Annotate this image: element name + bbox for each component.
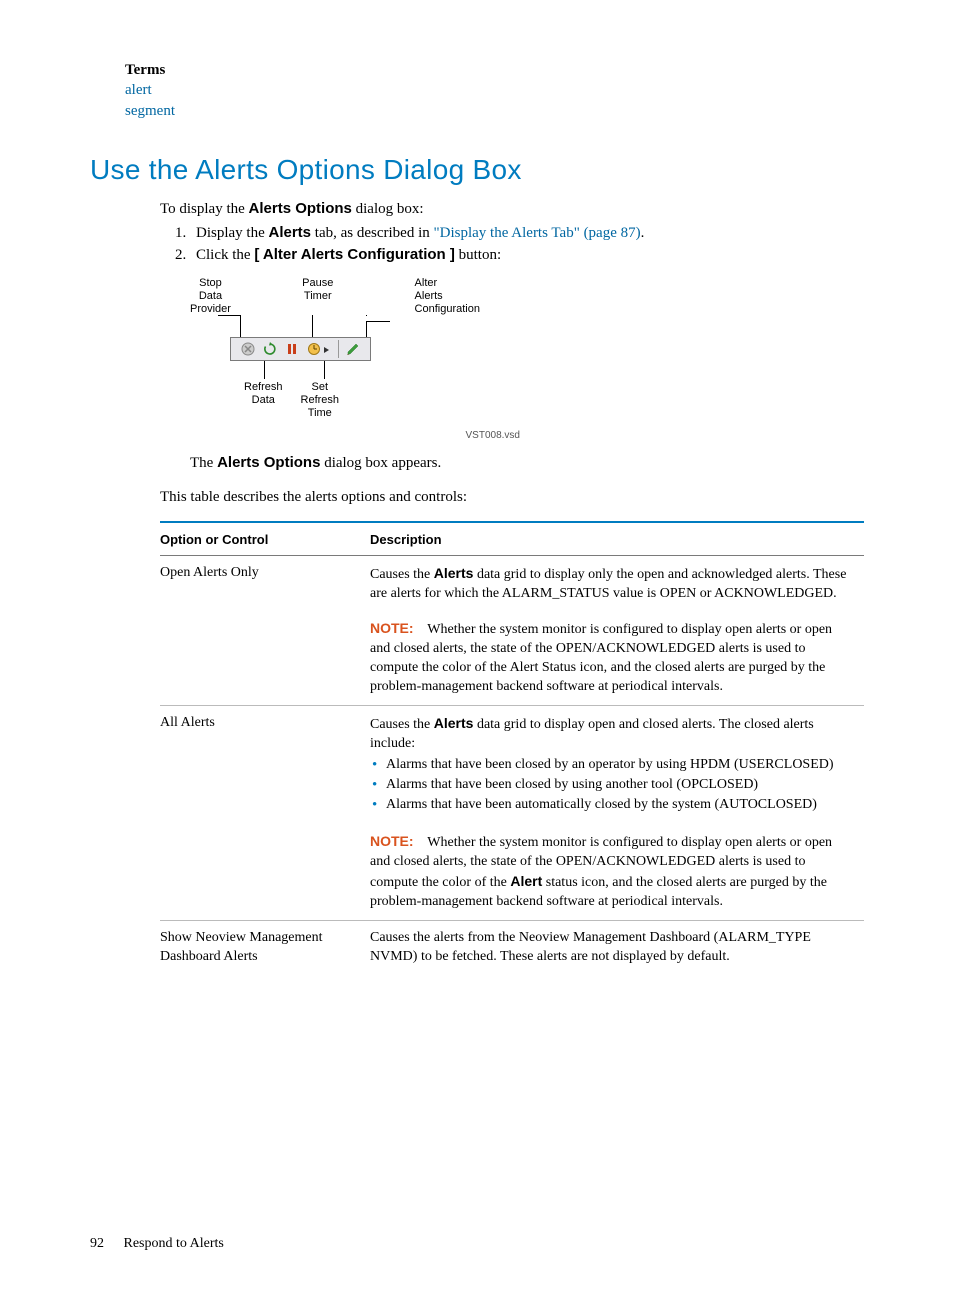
th-option: Option or Control — [160, 522, 370, 555]
fig-label-refresh: Refresh Data — [244, 381, 283, 419]
lead-in-text: To display the Alerts Options dialog box… — [160, 199, 864, 219]
page-number: 92 — [90, 1235, 120, 1254]
step2-bold: [ Alter Alerts Configuration ] — [254, 246, 455, 263]
step1-mid: tab, as described in — [311, 225, 433, 241]
opt-all-alerts: All Alerts — [160, 706, 370, 825]
r1-pre: Causes the — [370, 717, 434, 732]
footer-title: Respond to Alerts — [124, 1236, 224, 1251]
step2-prefix: Click the — [196, 247, 254, 263]
step1-prefix: Display the — [196, 225, 269, 241]
desc-all-alerts: Causes the Alerts data grid to display o… — [370, 706, 864, 825]
options-table: Option or Control Description Open Alert… — [160, 521, 864, 975]
step1-suffix: . — [641, 225, 645, 241]
bullet-item: Alarms that have been closed by an opera… — [370, 756, 854, 775]
table-row: NOTE: Whether the system monitor is conf… — [160, 824, 864, 920]
term-link-alert[interactable]: alert — [125, 80, 864, 100]
r1-bold: Alerts — [434, 715, 474, 731]
page-footer: 92 Respond to Alerts — [90, 1235, 864, 1254]
step2-suffix: button: — [455, 247, 501, 263]
bullet-item: Alarms that have been automatically clos… — [370, 796, 854, 815]
toolbar-divider — [338, 340, 339, 358]
term-link-segment[interactable]: segment — [125, 101, 864, 121]
fig-label-stop: Stop Data Provider — [190, 277, 231, 315]
toolbar-figure: Stop Data Provider Pause Timer Alter Ale… — [200, 277, 864, 442]
fig-label-pause: Pause Timer — [302, 277, 333, 315]
note-open-alerts: NOTE: Whether the system monitor is conf… — [370, 611, 864, 705]
table-row: Open Alerts Only Causes the Alerts data … — [160, 555, 864, 611]
all-alerts-bullets: Alarms that have been closed by an opera… — [370, 756, 854, 815]
fig-label-set: Set Refresh Time — [301, 381, 340, 419]
r0-pre: Causes the — [370, 567, 434, 582]
section-heading: Use the Alerts Options Dialog Box — [90, 151, 864, 189]
refresh-icon — [261, 340, 279, 358]
r1-note-bold: Alert — [510, 873, 542, 889]
after-figure-text: The Alerts Options dialog box appears. — [190, 453, 864, 473]
table-row: NOTE: Whether the system monitor is conf… — [160, 611, 864, 705]
fig-label-alter: Alter Alerts Configuration — [415, 277, 480, 315]
after-suffix: dialog box appears. — [320, 455, 441, 471]
lead-suffix: dialog box: — [352, 201, 424, 217]
toolbar — [230, 337, 371, 361]
pencil-icon — [344, 340, 362, 358]
stop-icon — [239, 340, 257, 358]
figure-caption: VST008.vsd — [200, 429, 520, 443]
table-row: All Alerts Causes the Alerts data grid t… — [160, 706, 864, 825]
note-all-alerts: NOTE: Whether the system monitor is conf… — [370, 824, 864, 920]
bullet-item: Alarms that have been closed by using an… — [370, 776, 854, 795]
step-2: Click the [ Alter Alerts Configuration ]… — [190, 245, 864, 265]
after-prefix: The — [190, 455, 217, 471]
r0-note: Whether the system monitor is configured… — [370, 622, 832, 694]
desc-open-alerts: Causes the Alerts data grid to display o… — [370, 555, 864, 611]
lead-prefix: To display the — [160, 201, 249, 217]
step1-bold: Alerts — [269, 224, 312, 241]
pause-icon — [283, 340, 301, 358]
table-row: Show Neoview Management Dashboard Alerts… — [160, 921, 864, 975]
lead-bold: Alerts Options — [249, 200, 352, 217]
note-label: NOTE: — [370, 833, 414, 849]
table-intro: This table describes the alerts options … — [160, 487, 864, 507]
r0-bold: Alerts — [434, 565, 474, 581]
terms-block: Terms alert segment — [125, 60, 864, 121]
after-bold: Alerts Options — [217, 454, 320, 471]
note-label: NOTE: — [370, 620, 414, 636]
steps-list: Display the Alerts tab, as described in … — [160, 223, 864, 266]
timer-icon — [305, 340, 333, 358]
step-1: Display the Alerts tab, as described in … — [190, 223, 864, 243]
opt-show-neoview: Show Neoview Management Dashboard Alerts — [160, 921, 370, 975]
th-description: Description — [370, 522, 864, 555]
step1-link[interactable]: "Display the Alerts Tab" (page 87) — [434, 225, 641, 241]
desc-show-neoview: Causes the alerts from the Neoview Manag… — [370, 921, 864, 975]
opt-open-alerts: Open Alerts Only — [160, 555, 370, 611]
terms-heading: Terms — [125, 60, 864, 80]
